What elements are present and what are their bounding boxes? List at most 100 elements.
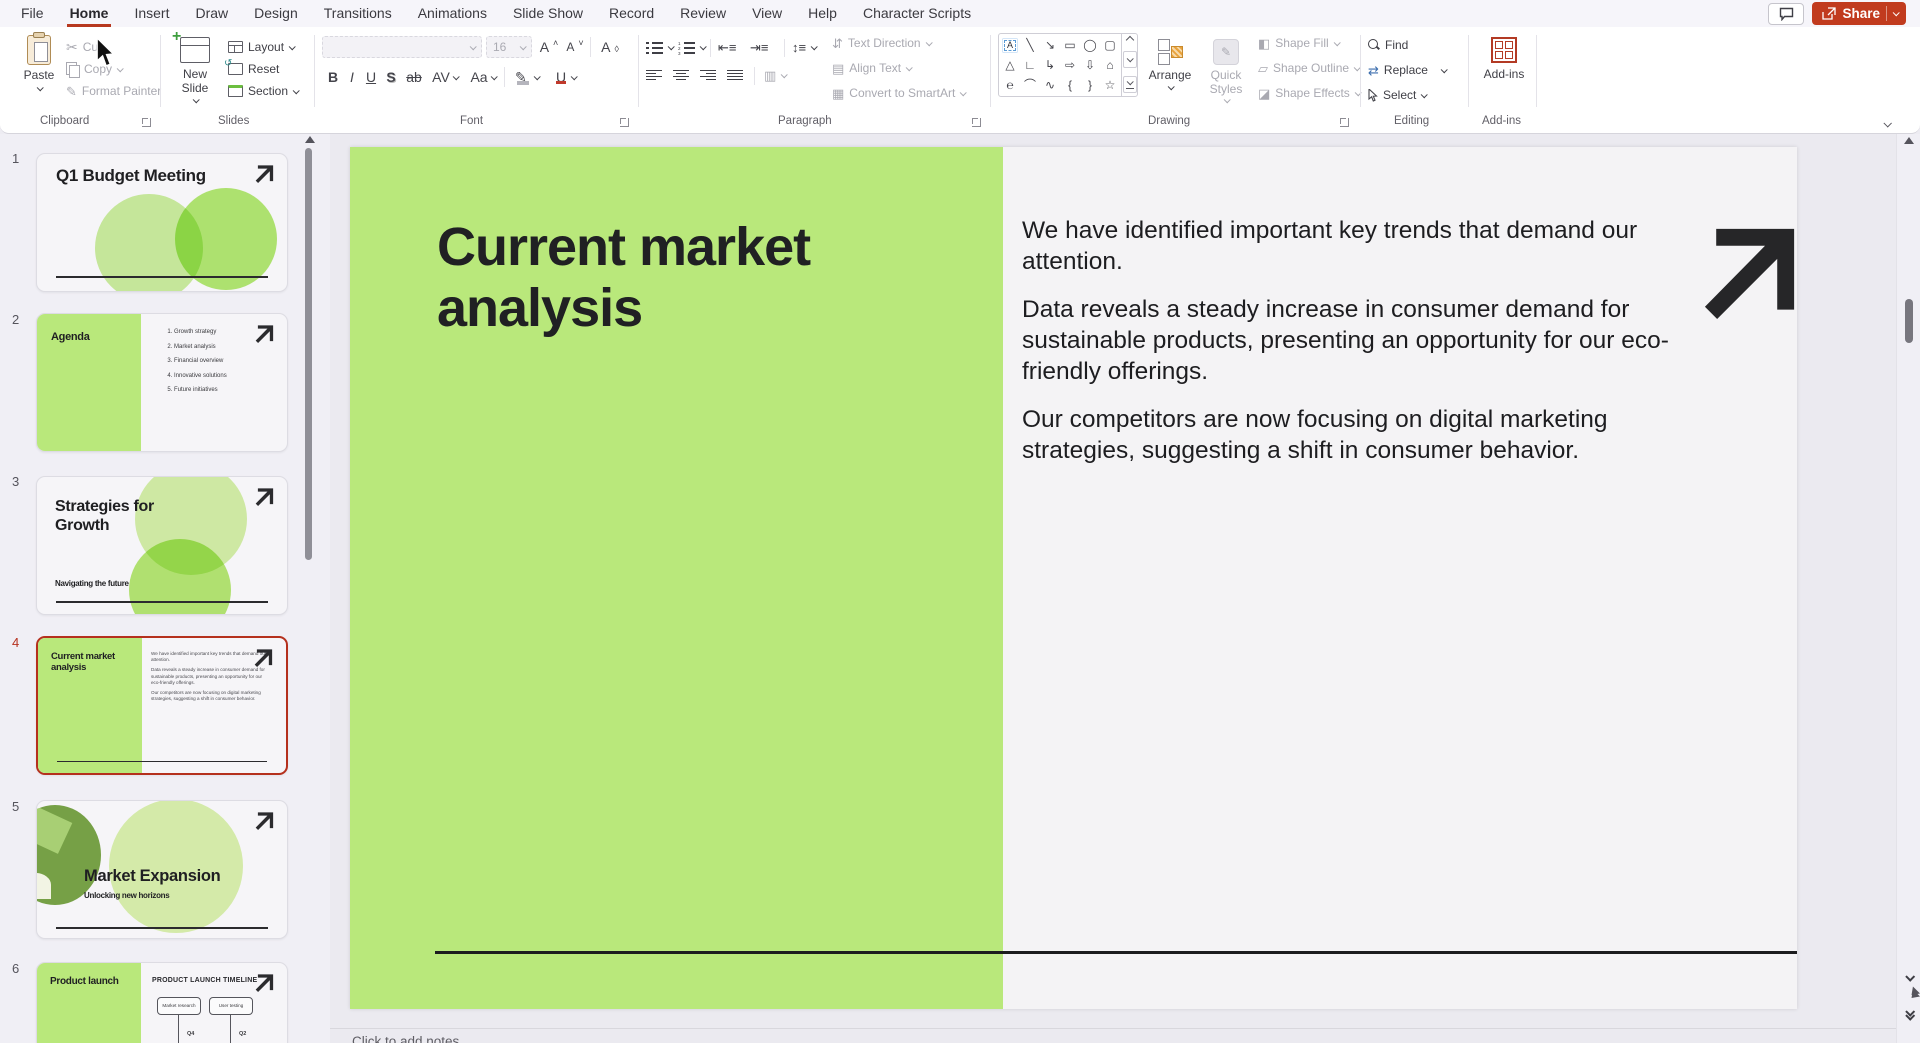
line-spacing-button[interactable]: ↕≡ <box>792 37 816 57</box>
addins-button[interactable]: Add-ins <box>1482 37 1526 81</box>
shadow-button[interactable]: S <box>382 65 400 89</box>
shape-rounded-rectangle-icon[interactable]: ▢ <box>1104 39 1115 51</box>
menu-review[interactable]: Review <box>667 0 739 27</box>
notes-splitter[interactable] <box>330 1028 1896 1029</box>
quick-styles-button[interactable]: ✎ Quick Styles <box>1200 39 1252 103</box>
menu-transitions[interactable]: Transitions <box>311 0 405 27</box>
slide-title[interactable]: Current market analysis <box>437 217 937 339</box>
strikethrough-button[interactable]: ab <box>402 65 426 89</box>
paste-button[interactable]: Paste <box>16 35 62 91</box>
text-highlight-button[interactable]: ✎ <box>510 65 544 89</box>
thumb-panel-scroll-up[interactable] <box>305 136 315 143</box>
menu-home[interactable]: Home <box>57 0 122 27</box>
next-slide-button[interactable] <box>1902 1007 1916 1021</box>
drawing-dialog-launcher[interactable] <box>1340 118 1349 127</box>
thumb-panel-scrollbar[interactable] <box>305 148 312 560</box>
share-dropdown[interactable] <box>1886 6 1902 21</box>
scroll-up-arrow[interactable] <box>1904 137 1914 144</box>
decrease-indent-button[interactable]: ⇤≡ <box>718 37 736 57</box>
align-right-button[interactable] <box>700 65 716 85</box>
shape-curve-icon[interactable]: ∿ <box>1045 79 1055 91</box>
replace-button[interactable]: ⇄Replace <box>1368 60 1446 80</box>
slide-thumbnail-1[interactable]: Q1 Budget Meeting <box>36 153 288 292</box>
columns-button[interactable]: ▥ <box>764 65 786 85</box>
shape-rectangle-icon[interactable]: ▭ <box>1064 39 1075 51</box>
shrink-font-button[interactable]: A˅ <box>562 35 588 59</box>
slide-thumbnail-4-selected[interactable]: Current market analysis We have identifi… <box>36 636 288 775</box>
shape-scribble-icon[interactable]: ℮ <box>1006 79 1013 91</box>
scrollbar-thumb[interactable] <box>1905 299 1913 343</box>
menu-record[interactable]: Record <box>596 0 667 27</box>
menu-design[interactable]: Design <box>241 0 311 27</box>
shape-text-box-icon[interactable]: A <box>1004 40 1016 51</box>
menu-animations[interactable]: Animations <box>405 0 500 27</box>
menu-character-scripts[interactable]: Character Scripts <box>850 0 984 27</box>
shape-arrow-right-icon[interactable]: ⇨ <box>1065 59 1075 71</box>
menu-view[interactable]: View <box>739 0 795 27</box>
convert-smartart-button[interactable]: ▦Convert to SmartArt <box>832 83 965 103</box>
shape-arc-icon[interactable]: ⌒ <box>1024 79 1036 91</box>
underline-button[interactable]: U <box>362 65 380 89</box>
bold-button[interactable]: B <box>324 65 342 89</box>
share-button[interactable]: Share <box>1812 2 1906 25</box>
numbering-button[interactable] <box>678 37 705 57</box>
layout-button[interactable]: Layout <box>228 37 294 57</box>
gallery-more-button[interactable] <box>1123 76 1137 93</box>
shape-fill-button[interactable]: ◧Shape Fill <box>1258 33 1339 53</box>
menu-slide-show[interactable]: Slide Show <box>500 0 596 27</box>
font-dialog-launcher[interactable] <box>620 118 629 127</box>
italic-button[interactable]: I <box>344 65 360 89</box>
font-size-select[interactable]: 16 <box>486 36 532 58</box>
slide-thumbnail-2[interactable]: Agenda Growth strategy Market analysis F… <box>36 313 288 452</box>
change-case-button[interactable]: Aa <box>466 65 500 89</box>
increase-indent-button[interactable]: ⇥≡ <box>750 37 768 57</box>
slide-thumbnail-6[interactable]: Product launch Currently gearing up for … <box>36 962 288 1043</box>
shape-freeform-icon[interactable]: ⌂ <box>1106 59 1113 71</box>
ne-arrow-shape[interactable] <box>1702 227 1798 319</box>
gallery-scroll-up[interactable] <box>1125 36 1133 44</box>
slide-body-text[interactable]: We have identified important key trends … <box>1022 215 1694 483</box>
slide-thumbnail-5[interactable]: Market Expansion Unlocking new horizons <box>36 800 288 939</box>
paragraph-dialog-launcher[interactable] <box>972 118 981 127</box>
notes-placeholder[interactable]: Click to add notes <box>352 1034 459 1043</box>
menu-file[interactable]: File <box>8 0 57 27</box>
section-button[interactable]: Section <box>228 81 298 101</box>
slide-bottom-line[interactable] <box>435 951 1797 954</box>
shape-right-brace-icon[interactable]: } <box>1088 79 1092 91</box>
align-text-button[interactable]: ▤Align Text <box>832 58 911 78</box>
scroll-down-arrow[interactable] <box>1902 970 1916 984</box>
shape-oval-icon[interactable]: ◯ <box>1083 39 1096 51</box>
shape-star-icon[interactable]: ☆ <box>1105 79 1116 91</box>
font-color-button[interactable]: U <box>548 65 582 89</box>
slide-thumbnail-3[interactable]: Strategies for Growth Navigating the fut… <box>36 476 288 615</box>
shape-left-brace-icon[interactable]: { <box>1068 79 1072 91</box>
clipboard-dialog-launcher[interactable] <box>142 118 151 127</box>
reset-button[interactable]: Reset <box>228 59 279 79</box>
gallery-scroll-down[interactable] <box>1123 51 1137 68</box>
select-button[interactable]: Select <box>1368 85 1426 105</box>
align-left-button[interactable] <box>646 65 662 85</box>
bullets-button[interactable] <box>646 37 673 57</box>
new-slide-button[interactable]: + New Slide <box>170 37 220 103</box>
font-name-select[interactable] <box>322 36 482 58</box>
shape-elbow-connector-icon[interactable]: ∟ <box>1024 59 1036 71</box>
justify-button[interactable] <box>727 65 743 85</box>
shape-arrow-down-icon[interactable]: ⇩ <box>1085 59 1095 71</box>
menu-draw[interactable]: Draw <box>182 0 241 27</box>
previous-slide-button[interactable] <box>1902 989 1916 1003</box>
align-center-button[interactable] <box>673 65 689 85</box>
menu-help[interactable]: Help <box>795 0 850 27</box>
text-direction-button[interactable]: ⇵Text Direction <box>832 33 931 53</box>
format-painter-button[interactable]: ✎Format Painter <box>66 81 161 101</box>
shape-line-icon[interactable]: ╲ <box>1026 39 1033 51</box>
menu-insert[interactable]: Insert <box>121 0 182 27</box>
grow-font-button[interactable]: A˄ <box>536 35 562 59</box>
shape-elbow-arrow-icon[interactable]: ↳ <box>1045 59 1055 71</box>
find-button[interactable]: Find <box>1368 35 1408 55</box>
shape-effects-button[interactable]: ◪Shape Effects <box>1258 83 1360 103</box>
shape-outline-button[interactable]: ▱Shape Outline <box>1258 58 1359 78</box>
current-slide[interactable]: Current market analysis We have identifi… <box>350 147 1797 1009</box>
character-spacing-button[interactable]: AV <box>428 65 462 89</box>
shape-triangle-icon[interactable]: △ <box>1005 59 1014 71</box>
arrange-button[interactable]: Arrange <box>1144 39 1196 90</box>
